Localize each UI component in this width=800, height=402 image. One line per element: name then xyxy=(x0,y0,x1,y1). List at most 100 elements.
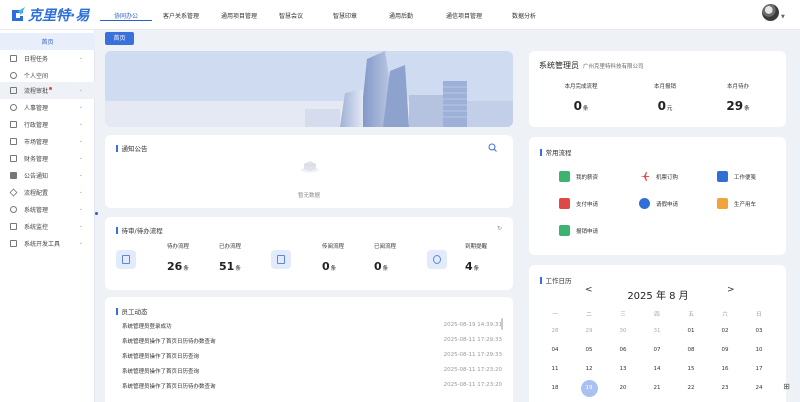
calendar-card: 工作日历 < 2025 年 8 月 > 一 二 三 四 五 六 日 28 29 … xyxy=(529,265,786,402)
sidebar-item-devtools[interactable]: 系统开发工具 ⌄ xyxy=(0,235,95,252)
calendar-day[interactable]: 22 xyxy=(681,381,701,395)
notice-title: 通知公告 xyxy=(116,143,148,153)
calendar-day[interactable]: 09 xyxy=(715,343,735,357)
admin-stat-label: 本月完成流程 xyxy=(564,84,598,90)
sidebar-item-market[interactable]: 市场管理 ⌄ xyxy=(0,133,95,150)
calendar-month: 2025 年 8 月 xyxy=(627,291,689,302)
finance-icon xyxy=(10,155,17,162)
calendar-day[interactable]: 05 xyxy=(579,343,599,357)
stat-label-expiry: 到期提醒 xyxy=(465,244,488,250)
calendar-day[interactable]: 13 xyxy=(613,362,633,376)
stat-value-expiry[interactable]: 4条 xyxy=(465,260,479,273)
flow-item-note[interactable]: 工作便笺 xyxy=(717,171,756,182)
chevron-down-icon: ⌄ xyxy=(78,138,83,144)
sidebar-item-admin[interactable]: 行政管理 ⌄ xyxy=(0,116,95,133)
money-icon xyxy=(559,225,570,236)
nav-item-telecom[interactable]: 通信项目管理 xyxy=(426,0,502,30)
stat-value-done[interactable]: 51条 xyxy=(219,260,241,273)
calendar-day[interactable]: 06 xyxy=(613,343,633,357)
nav-item-analytics[interactable]: 数据分析 xyxy=(502,0,546,30)
activity-scrollbar[interactable] xyxy=(501,318,503,330)
stat-value-todo[interactable]: 26条 xyxy=(167,260,189,273)
calendar-day[interactable]: 07 xyxy=(647,343,667,357)
calendar-day[interactable]: 23 xyxy=(715,381,735,395)
admin-stat-label: 本月报销 xyxy=(653,84,676,90)
admin-stat-value[interactable]: 29条 xyxy=(708,99,768,113)
sidebar-collapse-handle[interactable] xyxy=(95,212,98,215)
chevron-down-icon[interactable]: ▼ xyxy=(781,14,785,20)
flow-item-car[interactable]: 生产用车 xyxy=(717,198,756,209)
activity-row[interactable]: 系统管理员操作了首页日历查询 2025-08-11 17:29:33 xyxy=(122,352,502,365)
stat-value-circulate[interactable]: 0条 xyxy=(322,260,336,273)
flow-item-leave[interactable]: 请假申请 xyxy=(639,198,678,209)
calendar-day[interactable]: 20 xyxy=(613,381,633,395)
tools-icon xyxy=(10,240,17,247)
calendar-day[interactable]: 03 xyxy=(749,324,769,338)
activity-row[interactable]: 系统管理员操作了首页日历待办数查询 2025-08-11 17:23:20 xyxy=(122,382,502,395)
sidebar-item-hr[interactable]: 人事管理 ⌄ xyxy=(0,99,95,116)
city-skyline-illustration xyxy=(105,51,513,127)
calendar-day[interactable]: 02 xyxy=(715,324,735,338)
flow-item-reimburse[interactable]: 报销申请 xyxy=(559,225,598,236)
calendar-day[interactable]: 28 xyxy=(545,324,565,338)
top-bar: 克里特·易 协同办公 客户关系管理 通用项目管理 智慧会议 智慧印章 通用后勤 … xyxy=(0,0,800,30)
calendar-day[interactable]: 24 xyxy=(749,381,769,395)
notification-dot xyxy=(49,86,53,90)
calendar-day[interactable]: 15 xyxy=(681,362,701,376)
car-icon xyxy=(717,198,728,209)
flow-item-salary[interactable]: 我的薪资 xyxy=(559,171,598,182)
sidebar-item-flow-config[interactable]: 流程配置 ⌄ xyxy=(0,184,95,201)
nav-item-crm[interactable]: 客户关系管理 xyxy=(152,0,210,30)
calendar-day[interactable]: 01 xyxy=(681,324,701,338)
refresh-icon[interactable]: ↻ xyxy=(497,225,502,232)
calendar-day[interactable]: 18 xyxy=(545,381,565,395)
empty-box-icon xyxy=(301,161,319,173)
calendar-day[interactable]: 08 xyxy=(681,343,701,357)
nav-item-project[interactable]: 通用项目管理 xyxy=(210,0,268,30)
calendar-day[interactable]: 30 xyxy=(613,324,633,338)
calendar-day-today[interactable]: 19 xyxy=(580,379,598,397)
grid-menu-icon[interactable]: ⊞ xyxy=(780,382,793,394)
calendar-day[interactable]: 21 xyxy=(647,381,667,395)
sidebar-item-approval[interactable]: 流程审批 ⌄ xyxy=(0,82,95,99)
nav-item-collab[interactable]: 协同办公 xyxy=(100,0,152,30)
activity-row[interactable]: 系统管理员登录成功 2025-08-19 14:39:31 xyxy=(122,322,502,335)
logo[interactable]: 克里特·易 xyxy=(9,5,89,25)
activity-row[interactable]: 系统管理员操作了首页日历待办数查询 2025-08-11 17:29:33 xyxy=(122,337,502,350)
sidebar-item-home[interactable]: 首页 xyxy=(0,33,95,50)
sidebar-item-notice[interactable]: 公告通知 ⌄ xyxy=(0,167,95,184)
next-month-button[interactable]: > xyxy=(727,285,735,295)
calendar-day[interactable]: 29 xyxy=(579,324,599,338)
admin-stat-value[interactable]: 0条 xyxy=(551,99,611,113)
activity-title: 员工动态 xyxy=(116,306,148,316)
calendar-day[interactable]: 04 xyxy=(545,343,565,357)
nav-item-meeting[interactable]: 智慧会议 xyxy=(268,0,314,30)
calendar-day[interactable]: 31 xyxy=(647,324,667,338)
admin-card: 系统管理员 广州克里特科技有限公司 本月完成流程 0条 本月报销 0元 本月待办 … xyxy=(529,51,786,127)
calendar-day[interactable]: 14 xyxy=(647,362,667,376)
sidebar-item-finance[interactable]: 财务管理 ⌄ xyxy=(0,150,95,167)
calendar-day[interactable]: 16 xyxy=(715,362,735,376)
nav-item-logistics[interactable]: 通用后勤 xyxy=(376,0,426,30)
weekday-label: 二 xyxy=(586,312,592,318)
sidebar-item-schedule[interactable]: 日程任务 ⌄ xyxy=(0,50,95,67)
search-icon[interactable] xyxy=(488,143,497,152)
admin-stat-value[interactable]: 0元 xyxy=(635,99,695,113)
activity-row[interactable]: 系统管理员操作了首页日历查询 2025-08-11 17:23:20 xyxy=(122,367,502,380)
tab-home[interactable]: 首页 xyxy=(105,32,134,45)
calendar-day[interactable]: 11 xyxy=(545,362,565,376)
flow-item-payment[interactable]: 支付申请 xyxy=(559,198,598,209)
avatar[interactable] xyxy=(762,4,779,21)
sidebar-item-monitor[interactable]: 系统监控 ⌄ xyxy=(0,218,95,235)
salary-icon xyxy=(559,171,570,182)
stat-value-read[interactable]: 0条 xyxy=(374,260,388,273)
flow-item-ticket[interactable]: 机票订购 xyxy=(639,171,678,182)
admin-stat-label: 本月待办 xyxy=(726,84,749,90)
calendar-day[interactable]: 12 xyxy=(579,362,599,376)
chevron-down-icon: ⌄ xyxy=(78,87,83,93)
nav-item-seal[interactable]: 智慧印章 xyxy=(314,0,376,30)
calendar-day[interactable]: 17 xyxy=(749,362,769,376)
chevron-down-icon: ⌄ xyxy=(78,155,83,161)
sidebar-item-system[interactable]: 系统管理 ⌄ xyxy=(0,201,95,218)
calendar-day[interactable]: 10 xyxy=(749,343,769,357)
